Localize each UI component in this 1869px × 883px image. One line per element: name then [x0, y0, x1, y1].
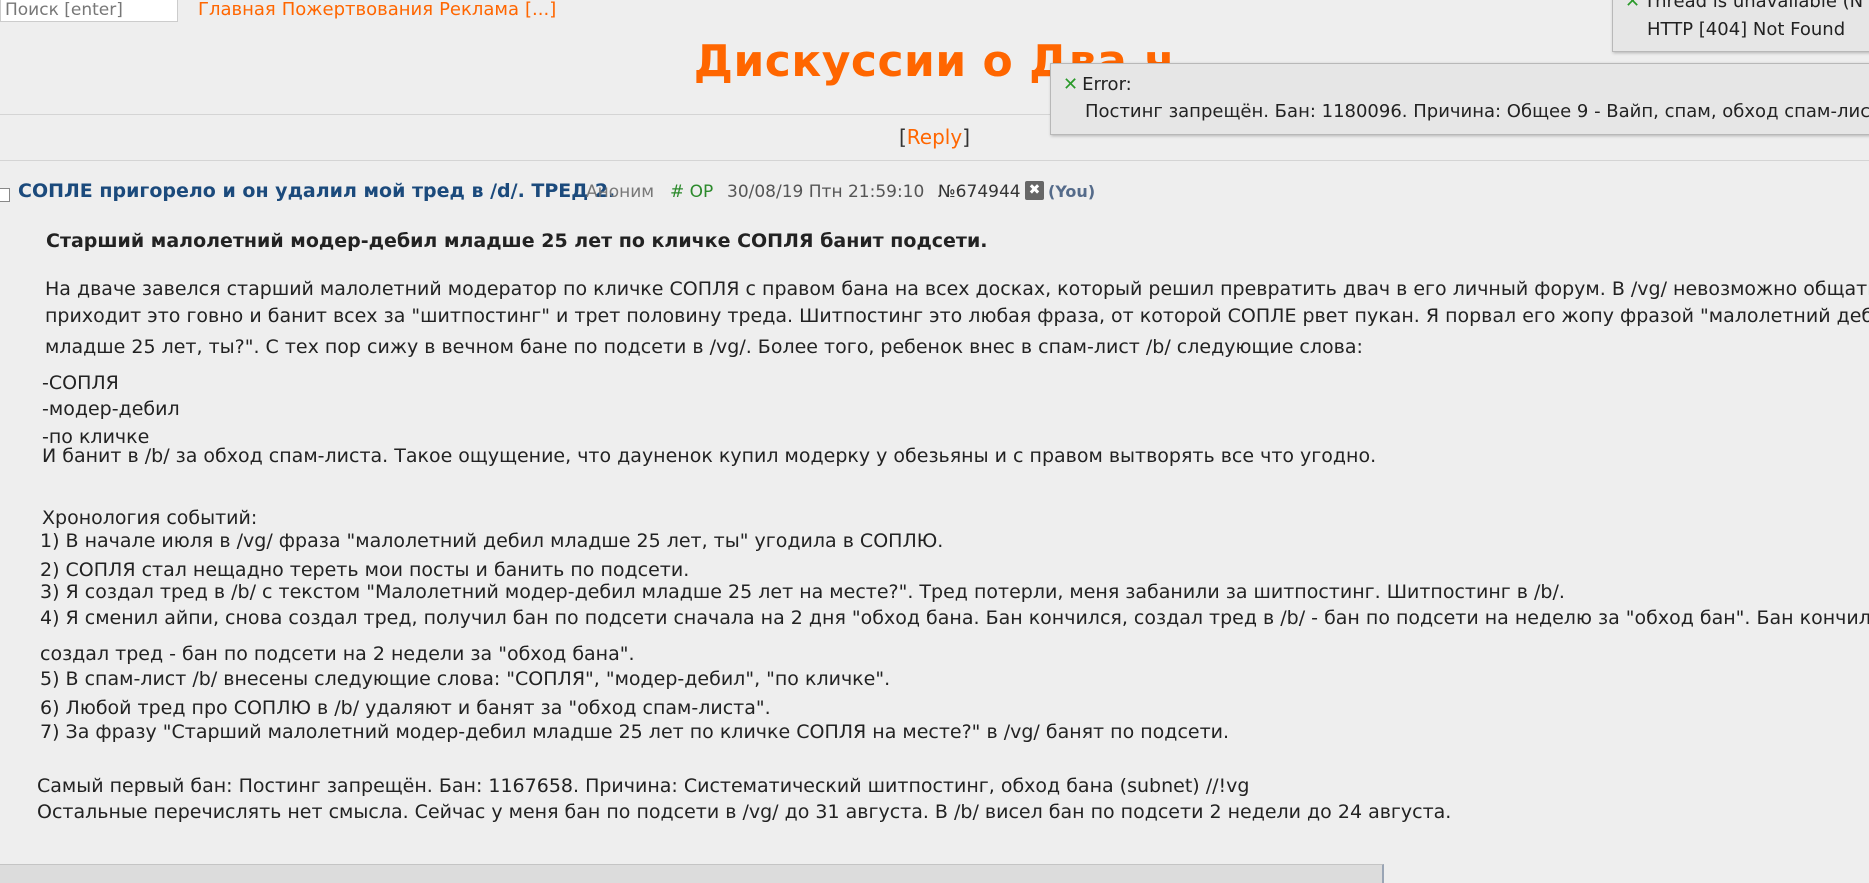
post-number[interactable]: №674944 — [938, 182, 1021, 202]
thread-unavailable-popup: ✕ Thread is unavailable (N HTTP [404] Not… — [1612, 0, 1869, 52]
nav-link-donations[interactable]: Пожертвования — [282, 0, 433, 20]
poster-name: Аноним — [586, 182, 655, 202]
popup-line: Thread is unavailable (N — [1644, 0, 1864, 12]
post-line: 3) Я создал тред в /b/ с текстом "Малоле… — [40, 581, 1565, 603]
search-input[interactable]: Поиск [enter] — [0, 0, 178, 22]
error-title: Error: — [1082, 74, 1132, 95]
post-date: 30/08/19 Птн 21:59:10 — [727, 182, 925, 202]
next-post-header-partial — [0, 864, 1384, 883]
post-line: И банит в /b/ за обход спам-листа. Такое… — [42, 445, 1377, 467]
post-line: Самый первый бан: Постинг запрещён. Бан:… — [37, 775, 1250, 797]
post-line: -модер-дебил — [42, 398, 180, 420]
post-line: Остальные перечислять нет смысла. Сейчас… — [37, 801, 1452, 823]
post-line: -СОПЛЯ — [42, 372, 119, 394]
post-line: 5) В спам-лист /b/ внесены следующие сло… — [40, 668, 891, 690]
post-line: Старший малолетний модер-дебил младше 25… — [46, 230, 988, 252]
post-line: На дваче завелся старший малолетний моде… — [45, 278, 1869, 300]
post-line: 7) За фразу "Старший малолетний модер-де… — [40, 721, 1230, 743]
delete-icon[interactable]: ✖ — [1025, 181, 1044, 200]
post-line: младше 25 лет, ты?". С тех пор сижу в ве… — [45, 336, 1363, 358]
popup-line: HTTP [404] Not Found — [1647, 19, 1846, 40]
post-checkbox[interactable] — [0, 188, 10, 202]
reply-link[interactable]: Reply — [907, 125, 962, 149]
post-line: 1) В начале июля в /vg/ фраза "малолетни… — [40, 530, 944, 552]
post-line: 2) СОПЛЯ стал нещадно тереть мои посты и… — [40, 559, 690, 581]
divider — [0, 160, 1869, 161]
bracket-close: ] — [962, 125, 970, 149]
post-subject: СОПЛЕ пригорело и он удалил мой тред в /… — [18, 180, 616, 202]
bracket-open: [ — [898, 125, 907, 149]
post-line: 4) Я сменил айпи, снова создал тред, пол… — [40, 607, 1869, 629]
post-line: создал тред - бан по подсети на 2 недели… — [40, 643, 635, 665]
nav-link-more[interactable]: [...] — [525, 0, 556, 20]
close-icon[interactable]: ✕ — [1063, 74, 1078, 95]
top-bar: Поиск [enter] Главная Пожертвования Реклам… — [0, 0, 1869, 26]
post-line: Хронология событий: — [42, 507, 258, 529]
error-message: Постинг запрещён. Бан: 1180096. Причина:… — [1085, 101, 1869, 122]
nav-link-ads[interactable]: Реклама — [439, 0, 519, 20]
top-nav: Главная Пожертвования Реклама [...] — [198, 0, 562, 20]
op-marker: # OP — [670, 182, 714, 202]
you-marker: (You) — [1048, 182, 1096, 201]
error-popup: ✕ Error: Постинг запрещён. Бан: 1180096. … — [1050, 63, 1869, 135]
post-line: 6) Любой тред про СОПЛЮ в /b/ удаляют и … — [40, 697, 771, 719]
check-icon: ✕ — [1625, 0, 1641, 12]
nav-link-home[interactable]: Главная — [198, 0, 276, 20]
post-line: приходит это говно и банит всех за "шитп… — [45, 305, 1869, 327]
